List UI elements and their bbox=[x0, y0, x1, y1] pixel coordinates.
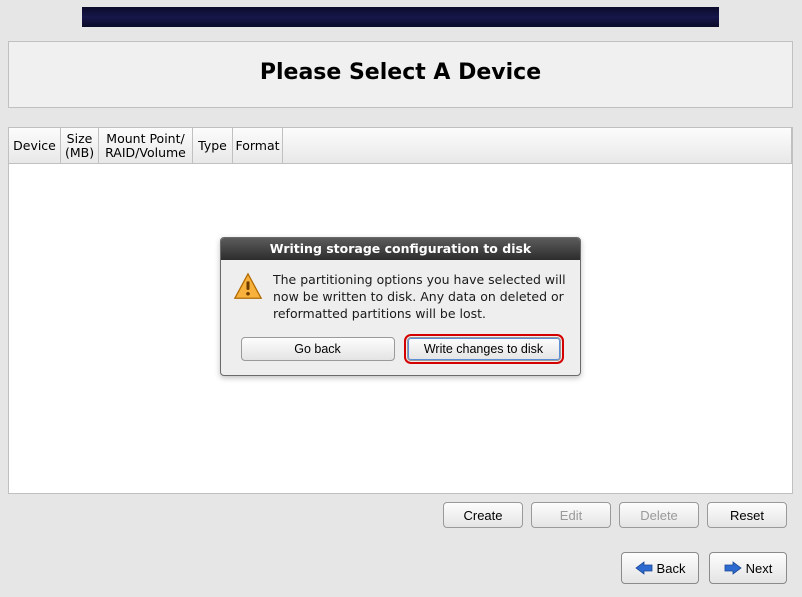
warning-icon bbox=[233, 272, 263, 302]
installer-banner bbox=[82, 7, 719, 27]
delete-button: Delete bbox=[619, 502, 699, 528]
back-button-label: Back bbox=[657, 561, 686, 576]
title-panel: Please Select A Device bbox=[8, 41, 793, 108]
page-title: Please Select A Device bbox=[9, 60, 792, 85]
go-back-button[interactable]: Go back bbox=[241, 337, 395, 361]
arrow-left-icon bbox=[635, 561, 653, 575]
reset-button[interactable]: Reset bbox=[707, 502, 787, 528]
device-table-header: Device Size (MB) Mount Point/ RAID/Volum… bbox=[9, 128, 792, 164]
column-header-device[interactable]: Device bbox=[9, 128, 61, 163]
write-changes-button[interactable]: Write changes to disk bbox=[407, 337, 561, 361]
dialog-title: Writing storage configuration to disk bbox=[221, 238, 580, 260]
edit-button: Edit bbox=[531, 502, 611, 528]
dialog-actions: Go back Write changes to disk bbox=[221, 331, 580, 375]
back-button[interactable]: Back bbox=[621, 552, 699, 584]
column-header-spacer bbox=[283, 128, 792, 163]
dialog-body: The partitioning options you have select… bbox=[221, 260, 580, 331]
page-title-area: Please Select A Device bbox=[9, 42, 792, 107]
wizard-nav-row: Back Next bbox=[8, 552, 793, 584]
column-header-type[interactable]: Type bbox=[193, 128, 233, 163]
column-header-format[interactable]: Format bbox=[233, 128, 283, 163]
write-changes-dialog: Writing storage configuration to disk Th… bbox=[220, 237, 581, 376]
next-button-label: Next bbox=[746, 561, 773, 576]
partition-action-row: Create Edit Delete Reset bbox=[8, 498, 793, 528]
create-button[interactable]: Create bbox=[443, 502, 523, 528]
dialog-message: The partitioning options you have select… bbox=[273, 272, 568, 323]
next-button[interactable]: Next bbox=[709, 552, 787, 584]
column-header-size[interactable]: Size (MB) bbox=[61, 128, 99, 163]
arrow-right-icon bbox=[724, 561, 742, 575]
column-header-mount[interactable]: Mount Point/ RAID/Volume bbox=[99, 128, 193, 163]
